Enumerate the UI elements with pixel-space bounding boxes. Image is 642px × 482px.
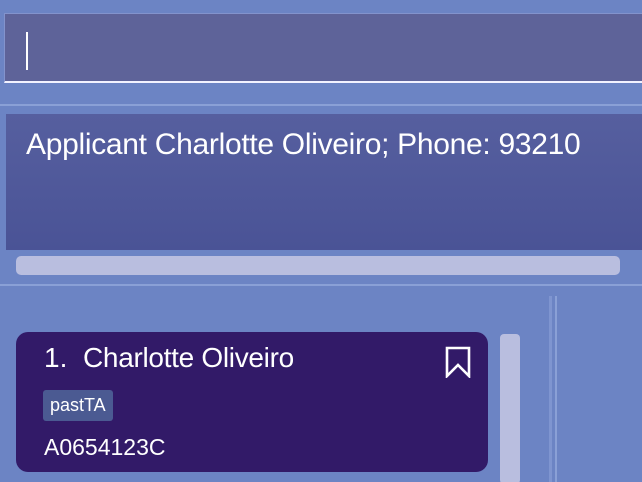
applicant-id: A0654123C bbox=[44, 434, 166, 460]
text-caret bbox=[26, 32, 28, 70]
applicant-list-panel: 1. Charlotte Oliveiro pastTA A0654123C bbox=[0, 296, 552, 482]
command-area bbox=[0, 6, 642, 86]
applicant-card[interactable]: 1. Charlotte Oliveiro pastTA A0654123C bbox=[16, 332, 488, 472]
command-input[interactable] bbox=[4, 13, 642, 83]
list-vertical-scrollbar[interactable] bbox=[500, 334, 520, 482]
bookmark-icon[interactable] bbox=[445, 346, 471, 380]
applicant-index: 1. bbox=[44, 342, 68, 373]
result-message: Applicant Charlotte Oliveiro; Phone: 932… bbox=[26, 128, 581, 161]
applicant-name: Charlotte Oliveiro bbox=[83, 342, 294, 373]
applicant-tag: pastTA bbox=[43, 390, 113, 421]
app-window: Applicant Charlotte Oliveiro; Phone: 932… bbox=[0, 0, 642, 482]
result-display-area: Applicant Charlotte Oliveiro; Phone: 932… bbox=[0, 104, 642, 286]
detail-panel bbox=[555, 296, 642, 482]
result-scrollbar-thumb[interactable] bbox=[16, 256, 620, 275]
result-display[interactable]: Applicant Charlotte Oliveiro; Phone: 932… bbox=[6, 114, 642, 250]
result-horizontal-scrollbar[interactable] bbox=[10, 256, 642, 278]
